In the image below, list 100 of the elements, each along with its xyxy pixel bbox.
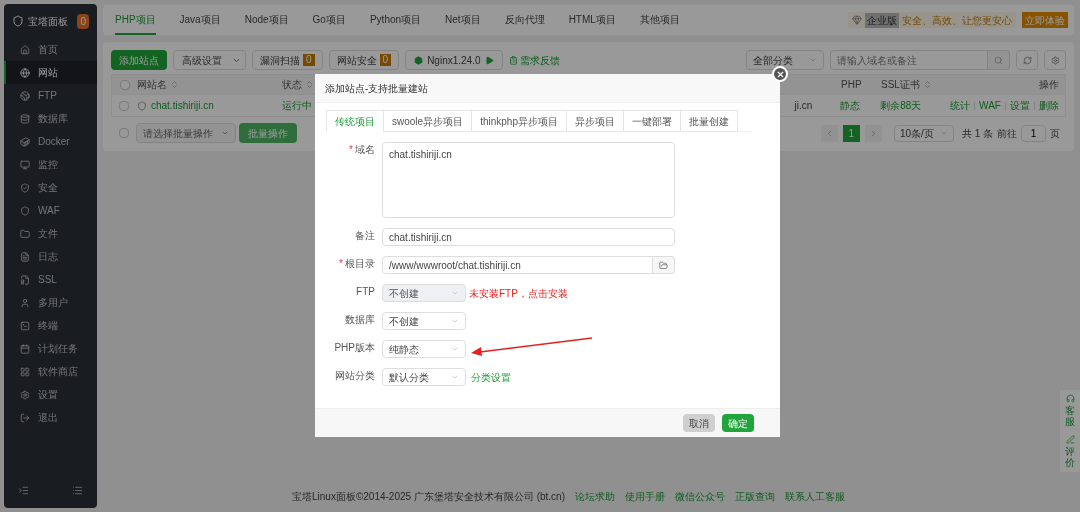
dialog-tab[interactable]: 异步项目: [565, 110, 624, 132]
toolbar-button[interactable]: 漏洞扫描 0: [252, 50, 323, 70]
footer-link[interactable]: 正版查询: [735, 489, 775, 504]
notification-badge[interactable]: 0: [77, 13, 89, 29]
try-now-button[interactable]: 立即体验: [1022, 12, 1068, 28]
dialog-tab[interactable]: 传统项目: [326, 110, 384, 132]
domain-textarea[interactable]: chat.tishiriji.cn: [382, 142, 675, 218]
sidebar-item[interactable]: 终端: [4, 314, 97, 337]
sidebar-item[interactable]: 监控: [4, 153, 97, 176]
previous-page-button[interactable]: [820, 124, 838, 142]
certificate-icon: [20, 274, 30, 285]
project-tab[interactable]: Python项目: [369, 5, 422, 35]
sidebar-item[interactable]: Docker: [4, 130, 97, 153]
sidebar-item[interactable]: 多用户: [4, 291, 97, 314]
site-link[interactable]: chat.tishiriji.cn: [150, 98, 214, 113]
sidebar-item[interactable]: 网站: [4, 61, 97, 84]
project-tab[interactable]: Go项目: [312, 5, 346, 35]
next-page-button[interactable]: [864, 124, 882, 142]
footer-link[interactable]: 微信公众号: [675, 489, 725, 504]
shield-check-icon: [20, 182, 30, 193]
field-label: PHP版本: [333, 341, 375, 355]
project-tab[interactable]: 其他项目: [639, 5, 680, 35]
remark-input[interactable]: chat.tishiriji.cn: [382, 228, 675, 246]
action-link[interactable]: 删除: [1038, 98, 1059, 113]
sidebar-item[interactable]: 计划任务: [4, 337, 97, 360]
field-label: FTP: [355, 285, 375, 299]
logo-icon: [12, 15, 24, 27]
caret-icon: [451, 317, 459, 325]
checkbox[interactable]: [118, 128, 129, 138]
action-link[interactable]: 统计: [950, 98, 971, 113]
sidebar-item[interactable]: FTP: [4, 84, 97, 107]
footer-link[interactable]: 论坛求助: [575, 489, 615, 504]
project-tab[interactable]: Java项目: [179, 5, 221, 35]
sidebar-item[interactable]: 退出: [4, 406, 97, 429]
feedback-link[interactable]: 需求反馈: [508, 52, 560, 68]
action-link[interactable]: 设置: [1009, 98, 1030, 113]
sidebar-item[interactable]: 文件: [4, 222, 97, 245]
brand-name: 宝塔面板: [28, 14, 69, 29]
dialog-tab[interactable]: swoole异步项目: [383, 110, 473, 132]
page-button[interactable]: 1: [842, 124, 860, 142]
batch-button[interactable]: 批量操作: [239, 123, 297, 143]
dropdown-button[interactable]: 高级设置: [173, 50, 246, 70]
search-field[interactable]: 请输入域名或备注: [830, 50, 988, 70]
checkbox[interactable]: [119, 100, 130, 111]
checkbox[interactable]: [119, 79, 130, 90]
select-field[interactable]: 纯静态: [382, 340, 466, 358]
page-size-select[interactable]: 10条/页: [893, 124, 954, 142]
calendar-icon: [20, 343, 30, 354]
footer-link[interactable]: 使用手册: [625, 489, 665, 504]
sidebar-item[interactable]: 软件商店: [4, 360, 97, 383]
sidebar-item[interactable]: 设置: [4, 383, 97, 406]
status-text[interactable]: 运行中: [281, 100, 312, 111]
collapse-icon[interactable]: [18, 485, 29, 496]
document-icon: [20, 251, 30, 262]
action-link[interactable]: WAF: [979, 98, 1001, 113]
select-field[interactable]: 默认分类: [382, 368, 466, 386]
copyright-text: 宝塔Linux面板©2014-2025 广东堡塔安全技术有限公司 (bt.cn): [292, 490, 565, 504]
server-button[interactable]: Nginx1.24.0: [405, 50, 503, 70]
dialog-tab[interactable]: 一键部署: [622, 110, 681, 132]
sort-icon[interactable]: [922, 80, 932, 89]
php-link[interactable]: 静态: [840, 100, 861, 111]
toolbar-button[interactable]: 网站安全 0: [328, 50, 400, 70]
browse-button[interactable]: [653, 256, 675, 274]
project-tab[interactable]: PHP项目: [115, 5, 156, 35]
project-tab[interactable]: HTML项目: [568, 5, 616, 35]
widget-button[interactable]: 评价: [1065, 435, 1075, 468]
sidebar-item[interactable]: WAF: [4, 199, 97, 222]
category-select[interactable]: 全部分类: [746, 50, 824, 70]
sidebar-item[interactable]: 数据库: [4, 107, 97, 130]
dialog-tab[interactable]: 批量创建: [679, 110, 738, 132]
folder-icon: [659, 260, 668, 270]
footer-link[interactable]: 联系人工客服: [785, 489, 845, 504]
settings-button[interactable]: [1044, 50, 1066, 70]
search-button[interactable]: [988, 50, 1010, 70]
widget-button[interactable]: 客服: [1065, 394, 1075, 427]
refresh-button[interactable]: [1016, 50, 1038, 70]
column-header: 网站名: [137, 78, 167, 92]
page-input[interactable]: 1: [1021, 124, 1046, 142]
refresh-icon: [1022, 55, 1032, 65]
project-tab[interactable]: Node项目: [244, 5, 289, 35]
add-site-button[interactable]: 添加站点: [111, 50, 167, 70]
select-field[interactable]: 不创建: [382, 312, 466, 330]
sidebar-item[interactable]: 安全: [4, 176, 97, 199]
ssl-link[interactable]: 剩余88天: [880, 100, 922, 111]
confirm-button[interactable]: 确定: [722, 414, 754, 432]
category-settings-link[interactable]: 分类设置: [471, 369, 511, 385]
folder-icon: [20, 228, 30, 239]
sort-icon[interactable]: [305, 80, 314, 89]
menu-icon[interactable]: [72, 485, 83, 496]
sort-icon[interactable]: [170, 80, 179, 89]
column-header: SSL证书: [881, 78, 920, 92]
clipboard-icon: [508, 55, 518, 65]
sidebar-item[interactable]: SSL: [4, 268, 97, 291]
project-tab[interactable]: 反向代理: [504, 5, 545, 35]
path-field[interactable]: /www/wwwroot/chat.tishiriji.cn: [382, 256, 653, 274]
sidebar-item[interactable]: 首页: [4, 38, 97, 61]
dialog-tab[interactable]: thinkphp异步项目: [471, 110, 567, 132]
project-tab[interactable]: Net项目: [445, 5, 481, 35]
batch-select[interactable]: 请选择批量操作: [136, 123, 236, 143]
sidebar-item[interactable]: 日志: [4, 245, 97, 268]
